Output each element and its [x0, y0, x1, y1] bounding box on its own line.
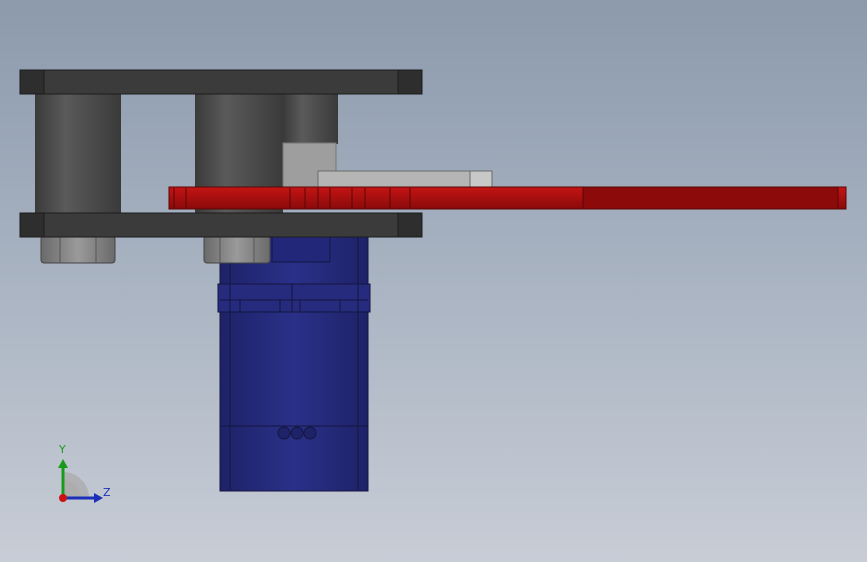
standoff-left[interactable] — [35, 94, 121, 213]
nut-left[interactable] — [40, 235, 116, 264]
x-axis-dot — [59, 494, 67, 502]
orientation-triad — [58, 459, 103, 503]
red-arm[interactable] — [168, 186, 847, 210]
model-viewport[interactable]: Y Z — [0, 0, 867, 562]
model-view — [19, 69, 847, 503]
servo-horn[interactable] — [317, 170, 493, 189]
servo-motor[interactable] — [217, 235, 371, 492]
standoff-rear[interactable] — [283, 94, 338, 144]
nut-middle[interactable] — [203, 235, 271, 264]
bottom-plate[interactable] — [19, 212, 423, 238]
triad-y-label: Y — [59, 443, 66, 456]
triad-z-label: Z — [103, 486, 111, 499]
top-plate[interactable] — [19, 69, 423, 95]
